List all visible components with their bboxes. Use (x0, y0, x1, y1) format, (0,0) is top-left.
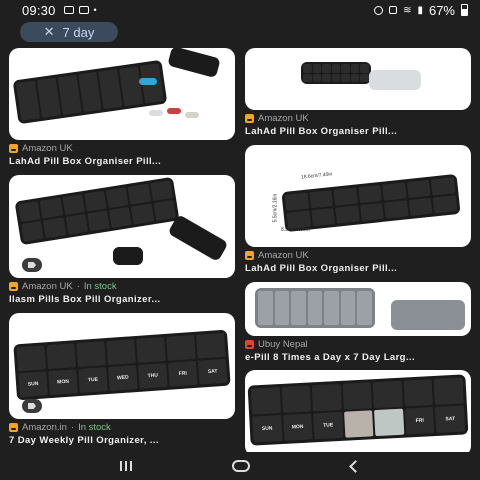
back-icon[interactable] (348, 459, 362, 473)
home-icon[interactable] (232, 460, 251, 472)
dimension-label-side: 5.5cm/2.16in (272, 193, 279, 223)
result-card[interactable]: 18.6cm/7.40in 5.5cm/2.16in 8.5cm/3.35in … (245, 145, 471, 275)
result-source: Amazon UK (245, 113, 471, 124)
alarm-icon (374, 5, 384, 15)
filter-chip-label: 7 day (62, 24, 95, 40)
price-tag-icon[interactable] (22, 399, 42, 413)
stock-status: In stock (78, 422, 111, 433)
pillbox-illustration (14, 176, 180, 246)
product-image[interactable] (9, 48, 235, 140)
ubuy-favicon-icon (245, 340, 254, 349)
filter-chip-7-day[interactable]: ✕ 7 day (20, 22, 118, 42)
product-image[interactable]: 18.6cm/7.40in 5.5cm/2.16in 8.5cm/3.35in (245, 145, 471, 247)
product-image[interactable]: SUN MON TUE WED THU FRI SAT (9, 313, 235, 419)
result-card[interactable]: Amazon UK LahAd Pill Box Organiser Pill.… (9, 48, 235, 168)
status-bar: 09:30 • ≋ ▮ 67% (0, 0, 480, 20)
result-card[interactable]: SUN MON TUE FRI SAT (245, 370, 471, 456)
result-card[interactable]: SUN MON TUE WED THU FRI SAT Amazon.in · In sto… (9, 313, 235, 447)
stock-status: In stock (83, 281, 117, 292)
result-title[interactable]: LahAd Pill Box Organiser Pill... (9, 156, 235, 168)
result-source: Amazon UK · In stock (9, 281, 235, 292)
product-image[interactable] (9, 175, 235, 278)
product-image[interactable]: SUN MON TUE FRI SAT (245, 370, 471, 456)
pillbox-illustration: SUN MON TUE WED THU FRI SAT (13, 329, 231, 401)
recent-apps-icon[interactable] (120, 461, 133, 471)
result-title[interactable]: e-Pill 8 Times a Day x 7 Day Larg... (245, 352, 471, 364)
result-source: Amazon.in · In stock (9, 422, 235, 433)
product-image[interactable] (245, 48, 471, 110)
more-icon: • (93, 5, 97, 15)
results-column-right: Amazon UK LahAd Pill Box Organiser Pill.… (245, 48, 471, 456)
close-icon[interactable]: ✕ (44, 24, 55, 40)
result-title[interactable]: 7 Day Weekly Pill Organizer, ... (9, 435, 235, 447)
signal-icon: ▮ (417, 4, 423, 16)
battery-text: 67% (428, 2, 455, 18)
result-source: Ubuy Nepal (245, 339, 471, 350)
result-title[interactable]: Ilasm Pills Box Pill Organizer... (9, 294, 235, 306)
result-card[interactable]: Amazon UK · In stock Ilasm Pills Box Pil… (9, 175, 235, 306)
pillbox-illustration (255, 288, 375, 328)
wifi-icon: ≋ (403, 4, 412, 16)
pillbox-illustration (281, 173, 461, 233)
amazon-favicon-icon (245, 114, 254, 123)
battery-icon (461, 4, 468, 16)
status-time: 09:30 (22, 2, 56, 18)
amazon-favicon-icon (9, 282, 18, 291)
dimension-label-bottom: 8.5cm/3.35in (281, 227, 310, 233)
pillbox-illustration (12, 59, 168, 125)
amazon-favicon-icon (245, 251, 254, 260)
image-icon (78, 6, 89, 14)
result-title[interactable]: LahAd Pill Box Organiser Pill... (245, 126, 471, 138)
result-card[interactable]: Ubuy Nepal e-Pill 8 Times a Day x 7 Day … (245, 282, 471, 364)
results-column-left: Amazon UK LahAd Pill Box Organiser Pill.… (9, 48, 235, 465)
bluetooth-icon (389, 6, 398, 14)
result-card[interactable]: Amazon UK LahAd Pill Box Organiser Pill.… (245, 48, 471, 138)
notification-icon (63, 6, 74, 14)
result-source: Amazon UK (9, 143, 235, 154)
pillbox-illustration (301, 62, 371, 84)
pillbox-illustration: SUN MON TUE FRI SAT (247, 374, 469, 446)
result-title[interactable]: LahAd Pill Box Organiser Pill... (245, 263, 471, 275)
result-source: Amazon UK (245, 250, 471, 261)
system-nav-bar (0, 452, 480, 480)
price-tag-icon[interactable] (22, 258, 42, 272)
amazon-favicon-icon (9, 144, 18, 153)
dimension-label-top: 18.6cm/7.40in (300, 171, 333, 181)
amazon-favicon-icon (9, 423, 18, 432)
product-image[interactable] (245, 282, 471, 336)
